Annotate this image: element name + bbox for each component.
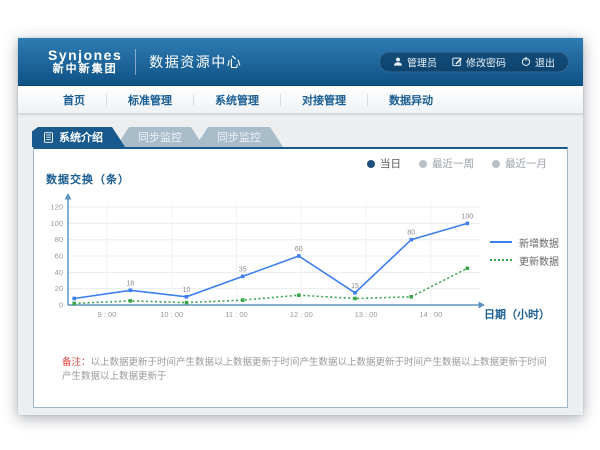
svg-text:12 : 00: 12 : 00 — [290, 310, 313, 319]
legend-item-updated-data: 更新数据 — [490, 251, 559, 269]
chart-legend: 新增数据 更新数据 — [490, 233, 559, 269]
main-nav: 首页 标准管理 系统管理 对接管理 数据异动 — [18, 86, 583, 114]
tab-label: 同步监控 — [138, 129, 182, 145]
logout-button[interactable]: 退出 — [521, 54, 555, 69]
brand-logo: Synjones 新中新集团 — [48, 48, 122, 75]
filter-label: 最近一周 — [432, 156, 474, 171]
tab-system-intro[interactable]: 系统介绍 — [32, 127, 125, 147]
radio-dot-icon — [492, 160, 500, 168]
svg-text:100: 100 — [50, 219, 63, 228]
app-title: 数据资源中心 — [149, 52, 242, 72]
svg-text:10 : 00: 10 : 00 — [160, 310, 183, 319]
tab-label: 同步监控 — [217, 129, 261, 145]
user-icon — [393, 57, 403, 67]
svg-text:60: 60 — [295, 246, 303, 253]
logout-label: 退出 — [535, 54, 555, 69]
app-header: Synjones 新中新集团 数据资源中心 管理员 修改密码 — [18, 38, 583, 86]
logo-wordmark: Synjones — [48, 48, 122, 63]
svg-text:14 : 00: 14 : 00 — [419, 310, 442, 319]
change-password-label: 修改密码 — [466, 54, 506, 69]
header-divider — [135, 49, 136, 75]
logo-company-name: 新中新集团 — [48, 63, 122, 75]
svg-text:80: 80 — [55, 235, 63, 244]
user-toolbar: 管理员 修改密码 退出 — [379, 51, 569, 72]
tab-sync-monitor-2[interactable]: 同步监控 — [195, 127, 283, 147]
legend-label: 更新数据 — [519, 253, 559, 268]
svg-text:11 : 00: 11 : 00 — [225, 310, 247, 319]
svg-text:20: 20 — [55, 284, 63, 293]
chart-y-axis-title: 数据交换（条） — [46, 171, 130, 187]
nav-item-interface-mgmt[interactable]: 对接管理 — [281, 92, 367, 108]
tab-label: 系统介绍 — [59, 129, 103, 145]
svg-text:10: 10 — [183, 287, 191, 294]
edit-icon — [452, 57, 462, 67]
nav-item-home[interactable]: 首页 — [42, 92, 106, 108]
document-icon — [44, 132, 53, 143]
legend-item-new-data: 新增数据 — [490, 233, 559, 251]
power-icon — [521, 57, 531, 67]
tab-sync-monitor-1[interactable]: 同步监控 — [116, 127, 204, 147]
svg-text:80: 80 — [407, 230, 415, 237]
svg-text:13 : 00: 13 : 00 — [355, 310, 378, 319]
app-window: Synjones 新中新集团 数据资源中心 管理员 修改密码 — [18, 38, 583, 415]
svg-text:35: 35 — [239, 266, 247, 273]
radio-dot-icon — [367, 160, 375, 168]
svg-text:9 : 00: 9 : 00 — [98, 310, 117, 319]
radio-dot-icon — [419, 160, 427, 168]
line-chart: 0 20 40 60 80 100 120 9 : 00 10 : 00 11 : 00 12 : … — [38, 193, 486, 329]
filter-label: 最近一月 — [505, 156, 547, 171]
chart-area: 0 20 40 60 80 100 120 9 : 00 10 : 00 11 : 00 12 : … — [38, 193, 563, 345]
svg-text:18: 18 — [126, 280, 134, 287]
svg-text:100: 100 — [461, 213, 473, 220]
svg-text:60: 60 — [55, 252, 63, 261]
content-panel: 当日 最近一周 最近一月 数据交换（条） 0 20 40 60 80 100 120 9 : … — [33, 147, 568, 408]
legend-line-sample — [490, 259, 512, 261]
svg-text:40: 40 — [55, 268, 63, 277]
footnote: 备注：以上数据更新于时间产生数据以上数据更新于时间产生数据以上数据更新于时间产生… — [62, 356, 549, 385]
chart-x-axis-title: 日期（小时） — [484, 306, 550, 322]
current-user-button[interactable]: 管理员 — [393, 54, 437, 69]
footnote-text: 以上数据更新于时间产生数据以上数据更新于时间产生数据以上数据更新于时间产生数据以… — [62, 357, 547, 382]
tab-bar: 系统介绍 同步监控 同步监控 — [18, 114, 583, 147]
footnote-prefix: 备注： — [62, 357, 91, 368]
filter-last-month[interactable]: 最近一月 — [492, 156, 547, 171]
nav-item-standard-mgmt[interactable]: 标准管理 — [107, 92, 193, 108]
svg-text:0: 0 — [59, 301, 63, 310]
current-user-label: 管理员 — [407, 54, 437, 69]
nav-item-data-change[interactable]: 数据异动 — [368, 92, 454, 108]
svg-text:120: 120 — [50, 203, 63, 212]
legend-label: 新增数据 — [519, 235, 559, 250]
time-range-filters: 当日 最近一周 最近一月 — [367, 156, 547, 171]
legend-line-sample — [490, 241, 512, 243]
svg-text:15: 15 — [351, 283, 359, 290]
filter-today[interactable]: 当日 — [367, 156, 401, 171]
filter-label: 当日 — [380, 156, 401, 171]
filter-last-week[interactable]: 最近一周 — [419, 156, 474, 171]
nav-item-system-mgmt[interactable]: 系统管理 — [194, 92, 280, 108]
change-password-button[interactable]: 修改密码 — [452, 54, 506, 69]
content-area: 系统介绍 同步监控 同步监控 当日 最近一周 — [18, 114, 583, 416]
